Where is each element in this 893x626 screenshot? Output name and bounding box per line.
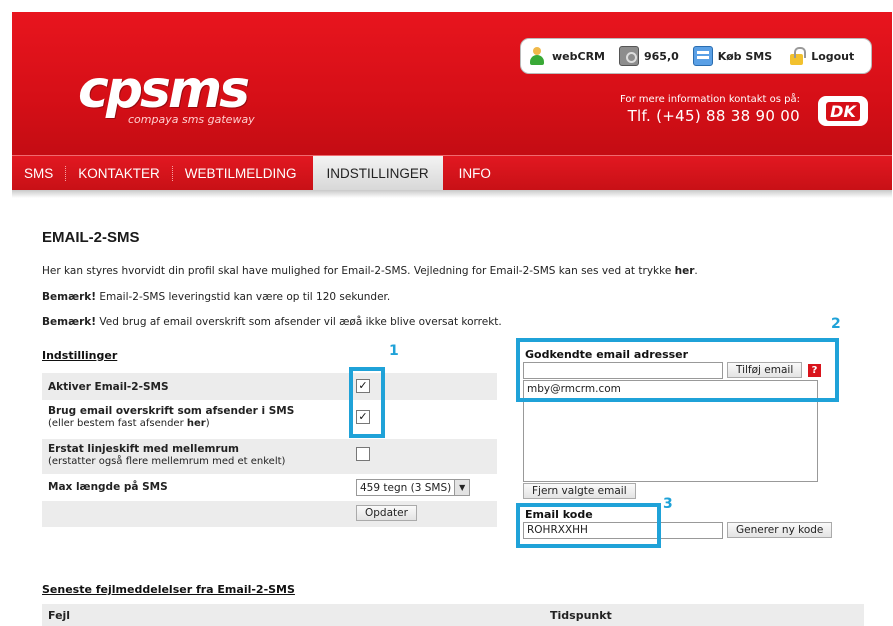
setting-row-enable: Aktiver Email-2-SMS ✓ bbox=[42, 373, 497, 401]
nav-sms[interactable]: SMS bbox=[12, 156, 65, 191]
note-delivery-time: Bemærk! Email-2-SMS leveringstid kan vær… bbox=[42, 291, 390, 303]
intro-text: Her kan styres hvorvidt din profil skal … bbox=[42, 265, 698, 277]
sublabel-end: ) bbox=[205, 418, 210, 429]
chevron-down-icon: ▼ bbox=[454, 480, 470, 495]
setting-label-text: Max længde på SMS bbox=[48, 481, 168, 493]
setting-control bbox=[348, 439, 497, 474]
column-header-time: Tidspunkt bbox=[550, 608, 612, 622]
setting-control: Opdater bbox=[348, 501, 497, 527]
annotation-number-3: 3 bbox=[663, 496, 673, 512]
setting-control: 459 tegn (3 SMS) ▼ bbox=[348, 475, 497, 500]
fixed-sender-link[interactable]: her bbox=[187, 418, 206, 429]
toolbar-webcrm[interactable]: webCRM bbox=[527, 46, 605, 66]
main-nav: SMS KONTAKTER WEBTILMELDING INDSTILLINGE… bbox=[12, 155, 892, 191]
setting-label: Brug email overskrift som afsender i SMS… bbox=[42, 401, 348, 438]
note-label: Bemærk! bbox=[42, 316, 97, 328]
annotation-box-3 bbox=[516, 503, 661, 548]
annotation-box-2 bbox=[516, 338, 839, 402]
setting-row-submit: Opdater bbox=[42, 501, 497, 528]
page-title: EMAIL-2-SMS bbox=[42, 229, 140, 246]
sublabel-text: (eller bestem fast afsender bbox=[48, 418, 187, 429]
header-banner: cpsms compaya sms gateway bbox=[12, 12, 892, 155]
nav-indstillinger[interactable]: INDSTILLINGER bbox=[312, 155, 443, 191]
generate-code-button[interactable]: Generer ny kode bbox=[727, 522, 833, 538]
settings-heading: Indstillinger bbox=[42, 349, 118, 362]
cpsms-logo[interactable]: cpsms compaya sms gateway bbox=[62, 58, 292, 136]
logo-tagline: compaya sms gateway bbox=[128, 113, 255, 126]
dk-badge-text: DK bbox=[826, 101, 860, 121]
setting-label-text: Brug email overskrift som afsender i SMS bbox=[48, 405, 295, 417]
dk-badge: DK bbox=[818, 96, 868, 126]
user-icon bbox=[527, 46, 547, 66]
toolbar-buy-sms[interactable]: Køb SMS bbox=[692, 46, 773, 66]
setting-sublabel: (erstatter også flere mellemrum med et e… bbox=[48, 456, 286, 467]
guide-link[interactable]: her bbox=[675, 265, 695, 277]
setting-label: Max længde på SMS bbox=[42, 475, 348, 500]
setting-label-text: Aktiver Email-2-SMS bbox=[48, 381, 169, 393]
intro-body: Her kan styres hvorvidt din profil skal … bbox=[42, 265, 675, 277]
max-length-value: 459 tegn (3 SMS) bbox=[360, 481, 452, 494]
contact-info: For mere information kontakt os på: Tlf.… bbox=[590, 94, 800, 125]
nav-webtilmelding[interactable]: WEBTILMELDING bbox=[173, 156, 309, 191]
note-charset: Bemærk! Ved brug af email overskrift som… bbox=[42, 316, 502, 328]
lock-icon bbox=[786, 46, 807, 66]
setting-label-empty bbox=[42, 501, 348, 527]
annotation-box-1 bbox=[349, 367, 385, 438]
account-toolbar: webCRM 965,0 Køb SMS Logout bbox=[520, 38, 872, 74]
toolbar-webcrm-label: webCRM bbox=[552, 49, 605, 63]
setting-label: Aktiver Email-2-SMS bbox=[42, 373, 348, 400]
errors-table-header: Fejl Tidspunkt bbox=[42, 604, 864, 626]
nav-kontakter[interactable]: KONTAKTER bbox=[66, 156, 172, 191]
setting-label: Erstat linjeskift med mellemrum (erstatt… bbox=[42, 439, 348, 474]
toolbar-balance-label: 965,0 bbox=[644, 49, 679, 63]
update-button[interactable]: Opdater bbox=[356, 505, 417, 521]
intro-end: . bbox=[694, 265, 698, 277]
toolbar-logout-label: Logout bbox=[811, 49, 855, 63]
toolbar-logout[interactable]: Logout bbox=[786, 46, 854, 66]
nav-info[interactable]: INFO bbox=[447, 156, 503, 191]
column-header-error: Fejl bbox=[48, 608, 71, 622]
safe-icon bbox=[619, 46, 639, 66]
toolbar-balance[interactable]: 965,0 bbox=[619, 46, 679, 66]
annotation-number-2: 2 bbox=[831, 316, 841, 332]
card-icon bbox=[692, 46, 713, 66]
setting-row-linebreak: Erstat linjeskift med mellemrum (erstatt… bbox=[42, 439, 497, 475]
note-text: Email-2-SMS leveringstid kan være op til… bbox=[96, 291, 391, 303]
max-length-select[interactable]: 459 tegn (3 SMS) ▼ bbox=[356, 479, 471, 496]
remove-email-button[interactable]: Fjern valgte email bbox=[523, 483, 636, 499]
setting-sublabel: (eller bestem fast afsender her) bbox=[48, 418, 210, 429]
note-label: Bemærk! bbox=[42, 291, 97, 303]
replace-linebreak-checkbox[interactable] bbox=[356, 447, 370, 461]
logo-wordmark: cpsms bbox=[78, 60, 250, 120]
setting-row-maxlength: Max længde på SMS 459 tegn (3 SMS) ▼ bbox=[42, 475, 497, 501]
contact-phone: Tlf. (+45) 88 38 90 00 bbox=[627, 107, 800, 125]
nav-shadow bbox=[12, 190, 892, 198]
note-text: Ved brug af email overskrift som afsende… bbox=[96, 316, 502, 328]
contact-text: For mere information kontakt os på: bbox=[620, 94, 800, 105]
annotation-number-1: 1 bbox=[389, 343, 399, 359]
setting-row-subject-sender: Brug email overskrift som afsender i SMS… bbox=[42, 401, 497, 439]
settings-table: Aktiver Email-2-SMS ✓ Brug email overskr… bbox=[42, 373, 497, 528]
toolbar-buy-sms-label: Køb SMS bbox=[717, 49, 773, 63]
errors-heading: Seneste fejlmeddelelser fra Email-2-SMS bbox=[42, 583, 295, 596]
setting-label-text: Erstat linjeskift med mellemrum bbox=[48, 443, 239, 455]
